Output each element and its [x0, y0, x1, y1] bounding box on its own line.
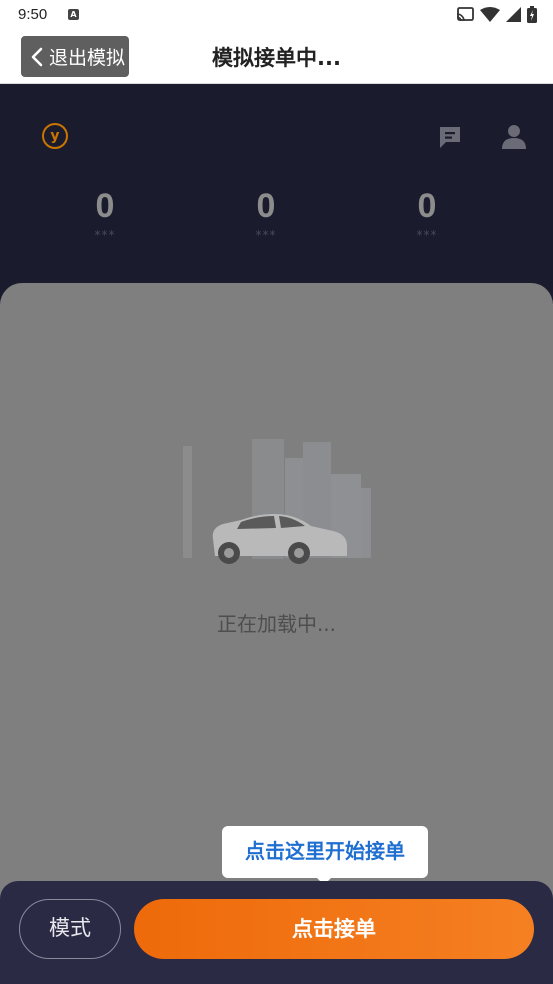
stat-value: 0: [256, 187, 276, 225]
cast-icon: [456, 7, 474, 22]
user-icon[interactable]: [501, 123, 527, 149]
stat-value: 0: [95, 187, 115, 225]
mode-button[interactable]: 模式: [19, 899, 121, 959]
logo-icon: y: [42, 123, 68, 149]
stat-label: ***: [416, 228, 438, 242]
stat-3: 0 ***: [387, 186, 467, 242]
top-navbar: 退出模拟 模拟接单中...: [0, 30, 553, 84]
status-time: 9:50: [18, 6, 48, 23]
status-bar: 9:50 A: [0, 0, 553, 30]
loading-text: 正在加载中...: [216, 612, 337, 636]
battery-icon: [527, 6, 537, 23]
message-icon[interactable]: [437, 124, 463, 150]
stat-label: ***: [255, 228, 277, 242]
accept-order-button[interactable]: 点击接单: [134, 899, 534, 959]
a-icon: A: [68, 9, 79, 20]
stat-value: 0: [417, 187, 437, 225]
status-icons: [456, 6, 537, 23]
stat-2: 0 ***: [226, 186, 306, 242]
wifi-icon: [480, 7, 500, 22]
stat-1: 0 ***: [65, 186, 145, 242]
start-accepting-tooltip: 点击这里开始接单: [222, 826, 428, 878]
page-title: 模拟接单中...: [212, 46, 341, 70]
car-city-illustration: [183, 439, 371, 564]
stat-label: ***: [94, 228, 116, 242]
signal-icon: [506, 7, 521, 22]
